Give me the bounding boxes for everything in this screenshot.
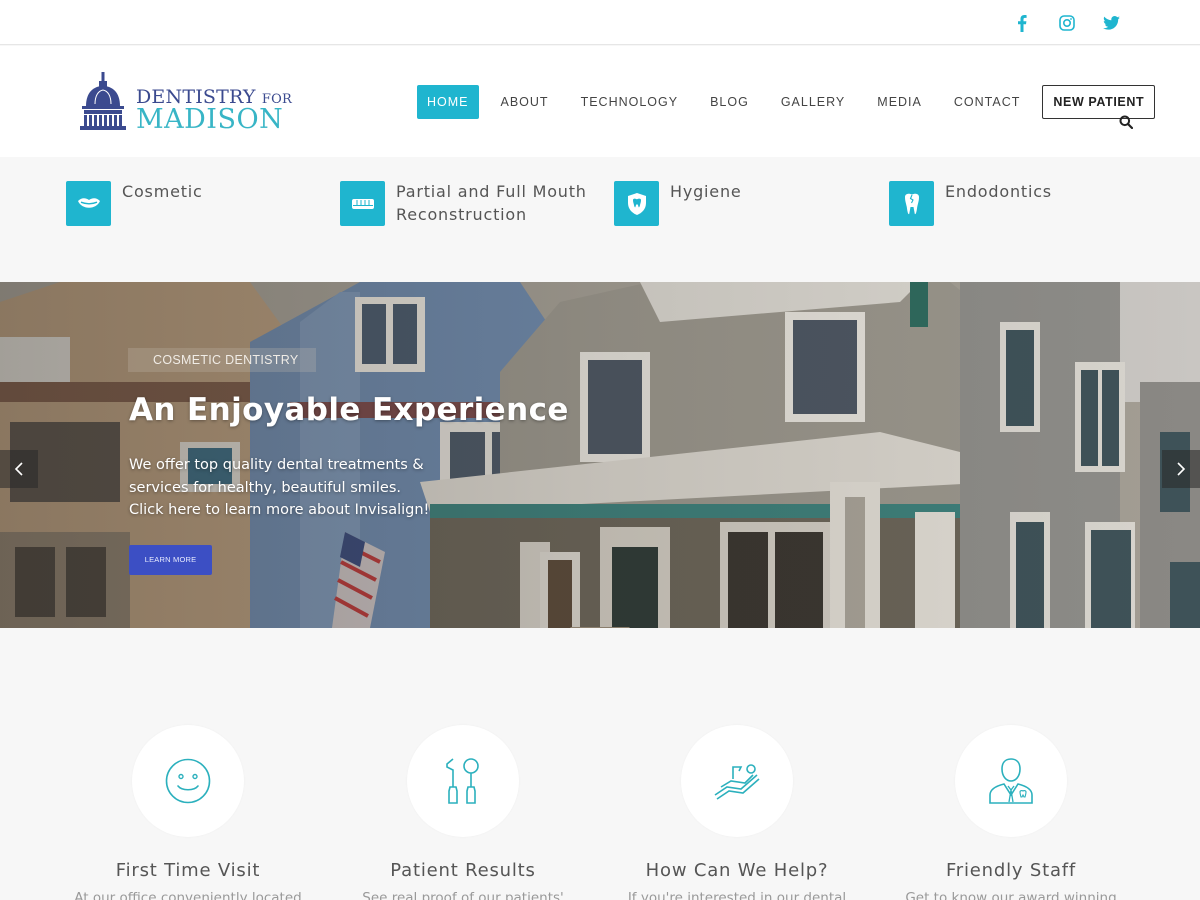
logo-text-bottom: MADISON [136, 104, 284, 135]
feature-icon-circle [132, 725, 244, 837]
dental-chair-icon [714, 764, 760, 800]
slider-next-button[interactable] [1162, 450, 1200, 488]
feature-icon-circle [407, 725, 519, 837]
feature-title: First Time Visit [115, 860, 261, 881]
service-label: Partial and Full Mouth Reconstruction [396, 182, 587, 224]
feature-icon-circle [681, 725, 793, 837]
feature-text: If you're interested in our dental [627, 890, 847, 900]
twitter-icon [1102, 16, 1120, 30]
features-section: First Time Visit At our office convenien… [0, 628, 1200, 900]
chevron-left-icon [14, 462, 23, 476]
hero-slider: COSMETIC DENTISTRY An Enjoyable Experien… [0, 282, 1200, 628]
feature-how-can-we-help[interactable]: How Can We Help? If you're interested in… [607, 725, 867, 900]
feature-title: How Can We Help? [645, 860, 829, 881]
site-header: DENTISTRY FOR MADISON HOME ABOUT TECHNOL… [0, 46, 1200, 157]
nav-home[interactable]: HOME [417, 85, 479, 119]
new-patient-button[interactable]: NEW PATIENT [1042, 85, 1156, 119]
search-icon [1119, 115, 1134, 130]
hero-text-line: services for healthy, beautiful smiles. [129, 479, 402, 496]
dental-tools-icon [446, 758, 479, 804]
dentist-staff-icon [989, 758, 1033, 804]
feature-title: Friendly Staff [945, 860, 1077, 881]
learn-more-button[interactable]: LEARN MORE [129, 545, 212, 575]
feature-title: Patient Results [390, 860, 536, 881]
hero-category-tag: COSMETIC DENTISTRY [128, 348, 316, 372]
hero-description[interactable]: We offer top quality dental treatments &… [129, 454, 459, 522]
service-endodontics[interactable]: Endodontics [889, 181, 1145, 226]
site-logo[interactable]: DENTISTRY FOR MADISON [78, 72, 293, 135]
service-reconstruction[interactable]: Partial and Full Mouth Reconstruction [340, 181, 596, 226]
service-label: Hygiene [670, 182, 742, 201]
nav-technology[interactable]: TECHNOLOGY [571, 85, 689, 119]
instagram-icon [1059, 15, 1075, 31]
lips-icon [66, 181, 111, 226]
service-label: Cosmetic [122, 182, 203, 201]
hero-text-line: Click here to learn more about Invisalig… [129, 502, 430, 518]
feature-patient-results[interactable]: Patient Results See real proof of our pa… [333, 725, 593, 900]
cracked-tooth-icon [889, 181, 934, 226]
hero-title: An Enjoyable Experience [129, 392, 569, 428]
nav-gallery[interactable]: GALLERY [771, 85, 855, 119]
feature-icon-circle [955, 725, 1067, 837]
feature-text: At our office conveniently located [74, 890, 302, 900]
main-nav: HOME ABOUT TECHNOLOGY BLOG GALLERY MEDIA… [417, 85, 1156, 119]
teeth-row-icon [340, 181, 385, 226]
smiley-icon [165, 758, 211, 804]
services-strip: Cosmetic Partial and Full Mouth Reconstr… [0, 157, 1200, 282]
feature-text: Get to know our award winning [905, 890, 1117, 900]
twitter-link[interactable] [1100, 12, 1122, 34]
facebook-icon [1018, 14, 1027, 32]
chevron-right-icon [1177, 462, 1186, 476]
capitol-dome-icon [80, 72, 126, 130]
nav-about[interactable]: ABOUT [491, 85, 559, 119]
service-cosmetic[interactable]: Cosmetic [66, 181, 322, 226]
nav-contact[interactable]: CONTACT [944, 85, 1031, 119]
feature-friendly-staff[interactable]: Friendly Staff Get to know our award win… [881, 725, 1141, 900]
facebook-link[interactable] [1011, 12, 1033, 34]
service-hygiene[interactable]: Hygiene [614, 181, 870, 226]
search-button[interactable] [1119, 114, 1135, 130]
instagram-link[interactable] [1056, 12, 1078, 34]
tooth-shield-icon [614, 181, 659, 226]
nav-media[interactable]: MEDIA [867, 85, 932, 119]
top-social-bar [0, 0, 1200, 45]
hero-text-line: We offer top quality dental treatments & [129, 457, 424, 473]
service-label: Endodontics [945, 182, 1052, 201]
nav-blog[interactable]: BLOG [700, 85, 759, 119]
slider-prev-button[interactable] [0, 450, 38, 488]
feature-text: See real proof of our patients' [362, 890, 564, 900]
feature-first-time-visit[interactable]: First Time Visit At our office convenien… [58, 725, 318, 900]
